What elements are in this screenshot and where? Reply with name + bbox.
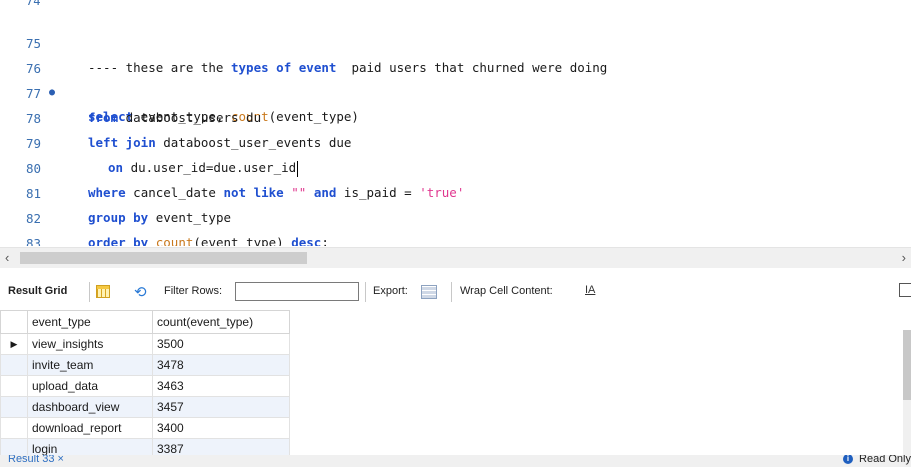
row-header <box>0 354 28 376</box>
cell-count[interactable]: 3463 <box>152 375 290 397</box>
cell-count[interactable]: 3400 <box>152 417 290 439</box>
row-header <box>0 375 28 397</box>
read-only-status: i Read Only <box>843 455 911 465</box>
table-row[interactable]: upload_data 3463 <box>0 375 290 397</box>
filter-rows-input[interactable] <box>235 282 359 301</box>
table-row[interactable]: ▶ view_insights 3500 <box>0 333 290 355</box>
cell-count[interactable]: 3478 <box>152 354 290 376</box>
export-icon[interactable] <box>421 285 437 299</box>
table-row[interactable]: login 3387 <box>0 438 290 455</box>
code-text: order by count(event_type) desc; <box>88 235 329 246</box>
scroll-right-icon[interactable]: › <box>902 250 906 265</box>
row-selected-icon: ▶ <box>0 333 28 355</box>
refresh-icon[interactable]: ⟲ <box>134 283 147 301</box>
code-line[interactable]: 83 <box>0 208 911 246</box>
cell-event-type[interactable]: login <box>27 438 153 455</box>
cell-event-type[interactable]: invite_team <box>27 354 153 376</box>
code-line[interactable]: 77 from databoost_users du <box>0 58 911 125</box>
table-row[interactable]: invite_team 3478 <box>0 354 290 376</box>
cell-event-type[interactable]: download_report <box>27 417 153 439</box>
cell-event-type[interactable]: dashboard_view <box>27 396 153 418</box>
row-header <box>0 396 28 418</box>
result-grid[interactable]: event_type count(event_type) ▶ view_insi… <box>0 310 911 455</box>
result-toolbar: Result Grid ⟲ Filter Rows: Export: Wrap … <box>0 276 911 308</box>
info-icon: i <box>843 455 854 465</box>
code-line[interactable]: 78 left join databoost_user_events due <box>0 83 911 150</box>
result-tab-bar: Result 33 × i Read Only <box>0 455 911 467</box>
code-line[interactable]: 76 ● select event_type, count(event_type… <box>0 33 911 124</box>
divider <box>365 282 366 302</box>
result-table: event_type count(event_type) ▶ view_insi… <box>0 310 290 455</box>
sql-editor[interactable]: 74 75 ---- these are the types of event … <box>0 0 911 246</box>
table-header-row: event_type count(event_type) <box>0 310 290 334</box>
wrap-cell-content-label: Wrap Cell Content: <box>460 285 553 297</box>
horizontal-scrollbar[interactable]: ‹ › <box>0 247 911 268</box>
vertical-scrollbar[interactable] <box>903 330 911 455</box>
column-header-event-type[interactable]: event_type <box>27 310 153 334</box>
code-line[interactable]: 80 where cancel_date not like "" and is_… <box>0 133 911 200</box>
cell-event-type[interactable]: view_insights <box>27 333 153 355</box>
cell-count[interactable]: 3500 <box>152 333 290 355</box>
line-number: 74 <box>26 0 41 8</box>
cell-event-type[interactable]: upload_data <box>27 375 153 397</box>
cell-count[interactable]: 3387 <box>152 438 290 455</box>
wrap-cell-content-icon[interactable]: IA <box>585 284 595 296</box>
column-header-count[interactable]: count(event_type) <box>152 310 290 334</box>
close-icon[interactable]: × <box>58 455 64 465</box>
row-header <box>0 417 28 439</box>
scroll-left-icon[interactable]: ‹ <box>5 250 9 265</box>
table-row[interactable]: dashboard_view 3457 <box>0 396 290 418</box>
grid-view-icon[interactable] <box>96 285 110 298</box>
result-tab-label: Result 33 <box>8 455 55 465</box>
filter-rows-label: Filter Rows: <box>164 285 223 297</box>
scrollbar-thumb[interactable] <box>20 252 307 264</box>
divider <box>89 282 90 302</box>
divider <box>451 282 452 302</box>
side-panel-toggle[interactable] <box>899 283 911 297</box>
code-line[interactable]: 75 ---- these are the types of event pai… <box>0 8 911 75</box>
export-label: Export: <box>373 285 408 297</box>
scrollbar-thumb[interactable] <box>903 330 911 400</box>
cell-count[interactable]: 3457 <box>152 396 290 418</box>
table-row[interactable]: download_report 3400 <box>0 417 290 439</box>
code-line[interactable]: 79 on du.user_id=due.user_id <box>0 108 911 177</box>
line-number: 83 <box>26 236 42 246</box>
row-header-corner <box>0 310 28 334</box>
row-header <box>0 438 28 455</box>
code-line[interactable]: 81 group by event_type <box>0 158 911 225</box>
result-tab[interactable]: Result 33 × <box>8 455 64 465</box>
result-grid-button[interactable]: Result Grid <box>8 285 67 297</box>
code-line[interactable]: 82 order by count(event_type) desc; <box>0 183 911 246</box>
